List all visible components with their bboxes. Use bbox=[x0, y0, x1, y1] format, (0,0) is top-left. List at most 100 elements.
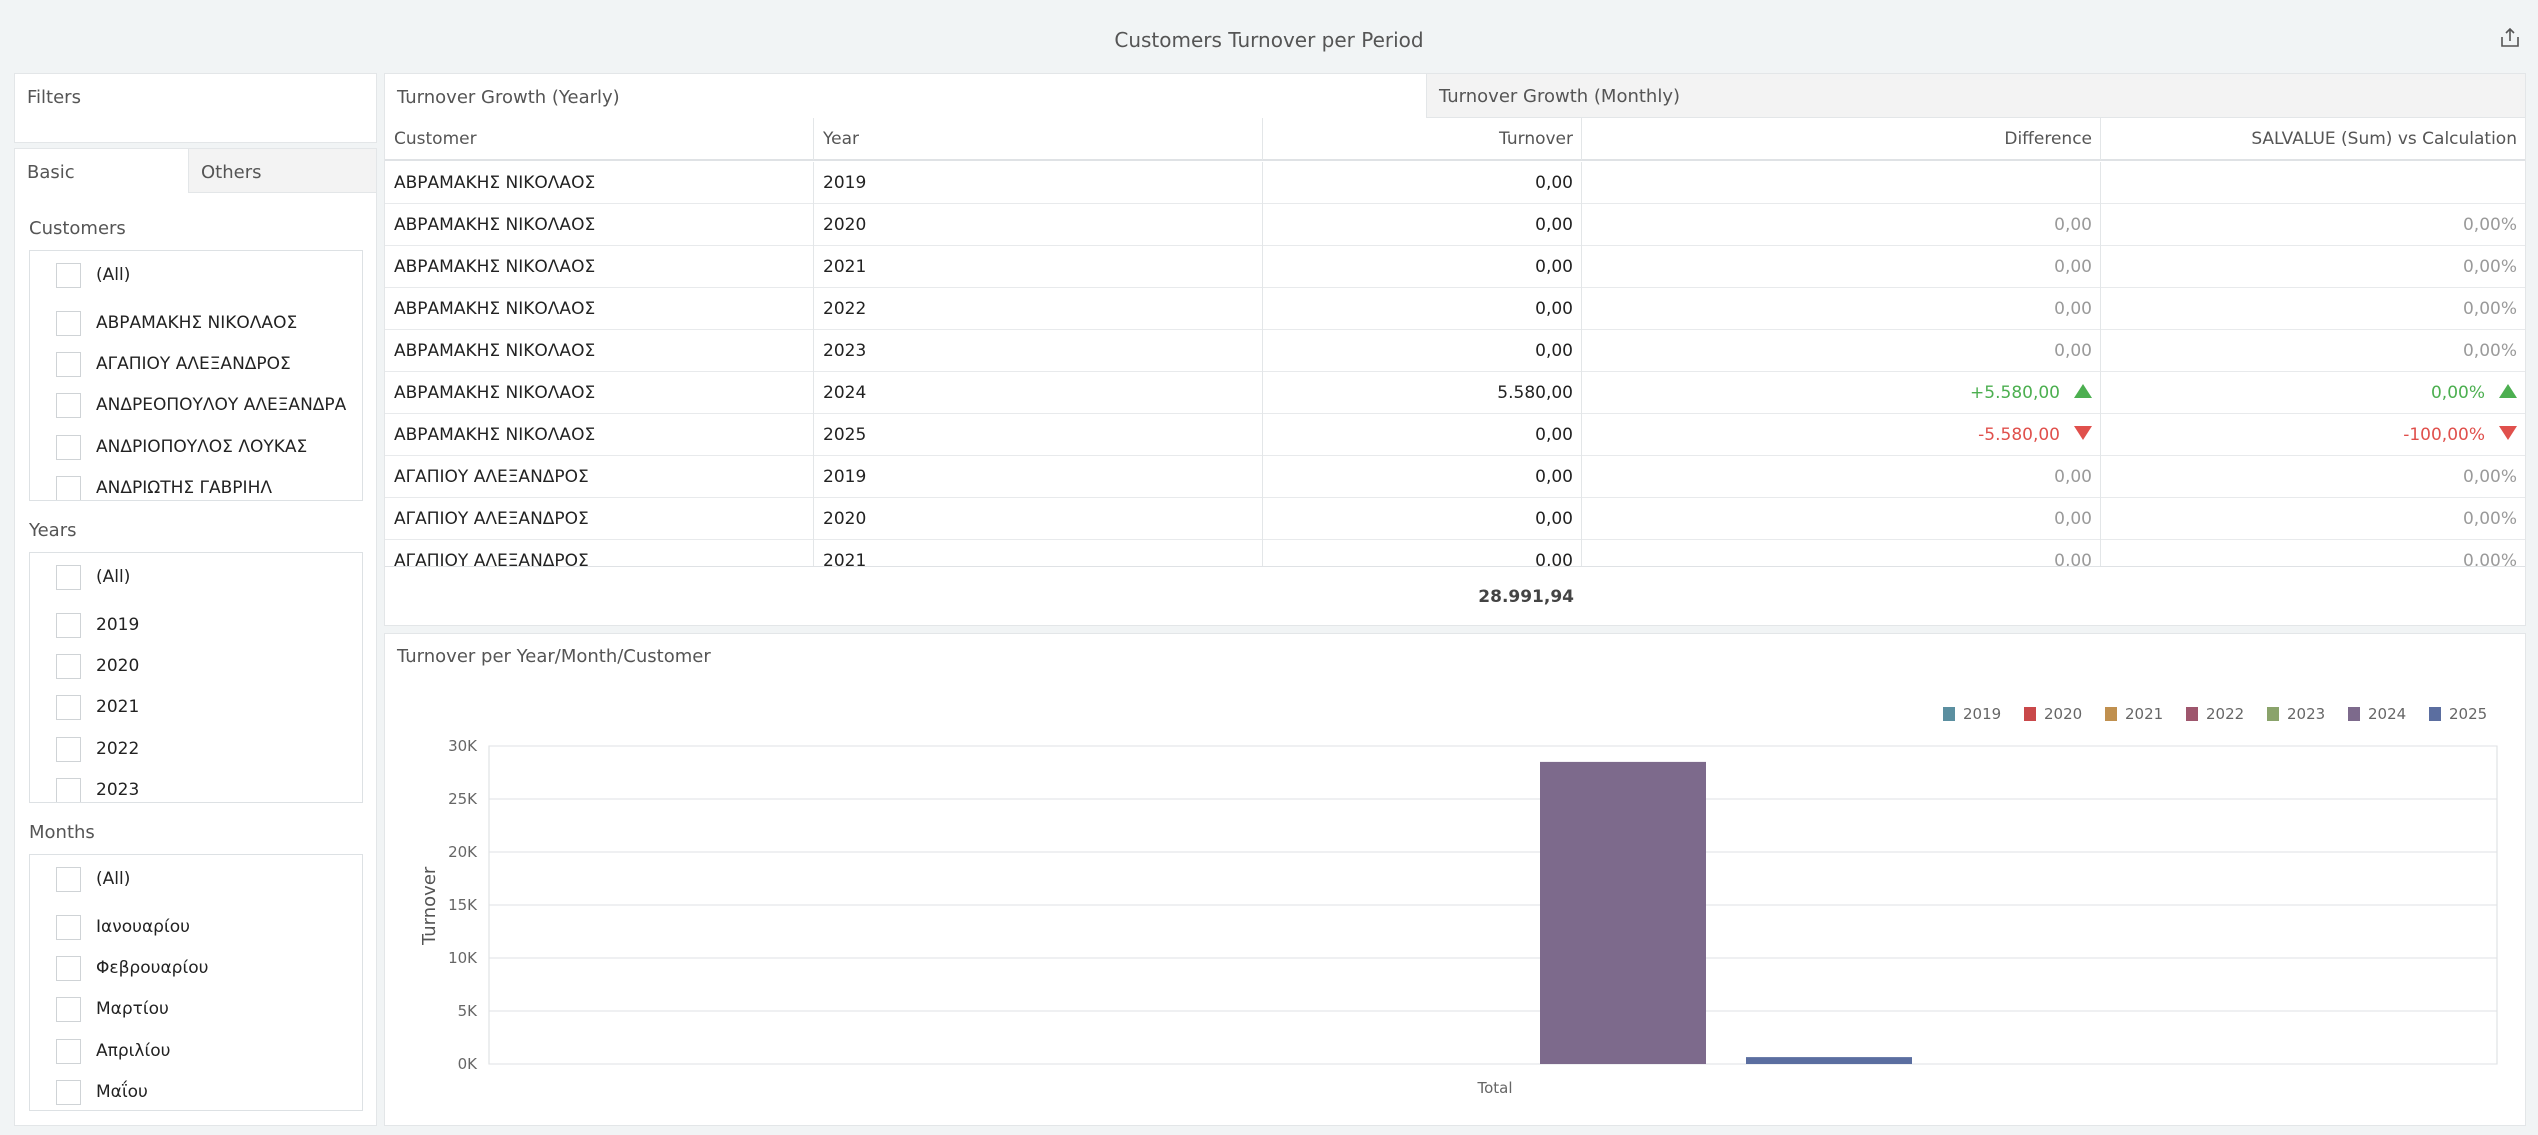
table-row[interactable]: ΑΓΑΠΙΟΥ ΑΛΕΞΑΝΔΡΟΣ 2020 0,00 0,00 0,00% bbox=[385, 498, 2525, 540]
cell-difference: -5.580,00 bbox=[1582, 414, 2101, 456]
checkbox[interactable] bbox=[56, 476, 81, 500]
cell-turnover: 5.580,00 bbox=[1263, 372, 1582, 414]
table-row[interactable]: ΑΒΡΑΜΑΚΗΣ ΝΙΚΟΛΑΟΣ 2023 0,00 0,00 0,00% bbox=[385, 330, 2525, 372]
year-item[interactable]: 2019 bbox=[30, 609, 360, 639]
trend-down-icon bbox=[2499, 426, 2517, 440]
column-header-turnover[interactable]: Turnover bbox=[1263, 118, 1582, 160]
year-item[interactable]: 2020 bbox=[30, 650, 360, 680]
cell-year: 2020 bbox=[814, 204, 1263, 246]
table-row[interactable]: ΑΒΡΑΜΑΚΗΣ ΝΙΚΟΛΑΟΣ 2020 0,00 0,00 0,00% bbox=[385, 204, 2525, 246]
checkbox[interactable] bbox=[56, 867, 81, 892]
month-item[interactable]: Μαΐου bbox=[30, 1076, 360, 1106]
cell-salvalue: 0,00% bbox=[2101, 204, 2525, 246]
years-list[interactable]: (All) 2019 2020 2021 2022 2023 bbox=[29, 552, 363, 803]
tab-basic[interactable]: Basic bbox=[15, 149, 189, 193]
cell-salvalue: 0,00% bbox=[2101, 372, 2525, 414]
year-item[interactable]: 2022 bbox=[30, 733, 360, 763]
checkbox[interactable] bbox=[56, 311, 81, 336]
table-row[interactable]: ΑΓΑΠΙΟΥ ΑΛΕΞΑΝΔΡΟΣ 2021 0,00 0,00 0,00% bbox=[385, 540, 2525, 566]
column-header-salvalue[interactable]: SALVALUE (Sum) vs Calculation bbox=[2101, 118, 2525, 160]
customer-item[interactable]: ΑΒΡΑΜΑΚΗΣ ΝΙΚΟΛΑΟΣ bbox=[30, 307, 360, 337]
table-row[interactable]: ΑΒΡΑΜΑΚΗΣ ΝΙΚΟΛΑΟΣ 2019 0,00 bbox=[385, 162, 2525, 204]
customer-item[interactable]: ΑΝΔΡΙΟΠΟΥΛΟΣ ΛΟΥΚΑΣ bbox=[30, 431, 360, 461]
checkbox[interactable] bbox=[56, 778, 81, 802]
checkbox[interactable] bbox=[56, 654, 81, 679]
month-item[interactable]: Απριλίου bbox=[30, 1035, 360, 1065]
checkbox[interactable] bbox=[56, 956, 81, 981]
customer-item[interactable]: ΑΝΔΡΙΩΤΗΣ ΓΑΒΡΙΗΛ bbox=[30, 472, 360, 500]
checkbox[interactable] bbox=[56, 352, 81, 377]
cell-turnover: 0,00 bbox=[1263, 330, 1582, 372]
difference-value: 0,00 bbox=[2054, 257, 2092, 277]
checkbox[interactable] bbox=[56, 1039, 81, 1064]
cell-customer: ΑΓΑΠΙΟΥ ΑΛΕΞΑΝΔΡΟΣ bbox=[385, 540, 814, 566]
table-row[interactable]: ΑΓΑΠΙΟΥ ΑΛΕΞΑΝΔΡΟΣ 2019 0,00 0,00 0,00% bbox=[385, 456, 2525, 498]
tab-turnover-monthly[interactable]: Turnover Growth (Monthly) bbox=[1426, 74, 2525, 118]
checkbox[interactable] bbox=[56, 263, 81, 288]
table-row[interactable]: ΑΒΡΑΜΑΚΗΣ ΝΙΚΟΛΑΟΣ 2021 0,00 0,00 0,00% bbox=[385, 246, 2525, 288]
cell-salvalue: 0,00% bbox=[2101, 498, 2525, 540]
turnover-grid[interactable]: Customer Year Turnover Difference SALVAL… bbox=[385, 118, 2525, 566]
customer-item[interactable]: ΑΓΑΠΙΟΥ ΑΛΕΞΑΝΔΡΟΣ bbox=[30, 348, 360, 378]
difference-value: -5.580,00 bbox=[1978, 425, 2060, 445]
checkbox[interactable] bbox=[56, 393, 81, 418]
table-row[interactable]: ΑΒΡΑΜΑΚΗΣ ΝΙΚΟΛΑΟΣ 2025 0,00 -5.580,00 -100,… bbox=[385, 414, 2525, 456]
turnover-bar-chart: 0K 5K 10K 15K 20K 25K 30K Turnover Total 2019 2020… bbox=[419, 705, 2498, 1097]
tab-others[interactable]: Others bbox=[189, 149, 376, 193]
cell-turnover: 0,00 bbox=[1263, 246, 1582, 288]
checkbox[interactable] bbox=[56, 695, 81, 720]
legend-swatch-2024 bbox=[2348, 707, 2360, 721]
cell-customer: ΑΒΡΑΜΑΚΗΣ ΝΙΚΟΛΑΟΣ bbox=[385, 204, 814, 246]
customer-item[interactable]: ΑΝΔΡΕΟΠΟΥΛΟΥ ΑΛΕΞΑΝΔΡΑ bbox=[30, 389, 360, 419]
turnover-table-card: Turnover Growth (Yearly) Turnover Growth… bbox=[384, 73, 2526, 626]
year-item-all[interactable]: (All) bbox=[30, 561, 360, 591]
month-item[interactable]: Φεβρουαρίου bbox=[30, 952, 360, 982]
checkbox[interactable] bbox=[56, 613, 81, 638]
filters-panel: Filters bbox=[14, 73, 377, 143]
cell-year: 2023 bbox=[814, 330, 1263, 372]
grid-total-row: 28.991,94 bbox=[385, 566, 2525, 626]
export-icon[interactable] bbox=[2498, 26, 2522, 50]
y-tick-label: 20K bbox=[448, 843, 478, 861]
checkbox[interactable] bbox=[56, 565, 81, 590]
legend-swatch-2019 bbox=[1943, 707, 1955, 721]
salvalue-value: 0,00% bbox=[2462, 467, 2517, 487]
salvalue-value: -100,00% bbox=[2403, 425, 2485, 445]
chart-card: Turnover per Year/Month/Customer 0K 5K 10K… bbox=[384, 633, 2526, 1126]
cell-turnover: 0,00 bbox=[1263, 498, 1582, 540]
month-item[interactable]: Ιανουαρίου bbox=[30, 911, 360, 941]
checkbox[interactable] bbox=[56, 997, 81, 1022]
month-item-all[interactable]: (All) bbox=[30, 863, 360, 893]
legend-label-2022: 2022 bbox=[2206, 705, 2244, 723]
bar-2025 bbox=[1746, 1057, 1912, 1064]
customer-item-all[interactable]: (All) bbox=[30, 259, 360, 289]
trend-up-icon bbox=[2499, 384, 2517, 398]
checkbox[interactable] bbox=[56, 915, 81, 940]
cell-difference: 0,00 bbox=[1582, 288, 2101, 330]
column-header-year[interactable]: Year bbox=[814, 118, 1263, 160]
tab-turnover-yearly[interactable]: Turnover Growth (Yearly) bbox=[385, 74, 1426, 118]
months-list[interactable]: (All) Ιανουαρίου Φεβρουαρίου Μαρτίου Απρ… bbox=[29, 854, 363, 1111]
checkbox[interactable] bbox=[56, 1080, 81, 1105]
legend-label-2025: 2025 bbox=[2449, 705, 2487, 723]
cell-customer: ΑΒΡΑΜΑΚΗΣ ΝΙΚΟΛΑΟΣ bbox=[385, 288, 814, 330]
cell-difference: 0,00 bbox=[1582, 246, 2101, 288]
checkbox[interactable] bbox=[56, 737, 81, 762]
cell-customer: ΑΒΡΑΜΑΚΗΣ ΝΙΚΟΛΑΟΣ bbox=[385, 414, 814, 456]
year-item[interactable]: 2023 bbox=[30, 774, 360, 802]
checkbox[interactable] bbox=[56, 435, 81, 460]
turnover-total: 28.991,94 bbox=[1478, 587, 1574, 607]
y-tick-label: 0K bbox=[458, 1055, 479, 1073]
cell-year: 2019 bbox=[814, 456, 1263, 498]
cell-difference: 0,00 bbox=[1582, 204, 2101, 246]
table-row[interactable]: ΑΒΡΑΜΑΚΗΣ ΝΙΚΟΛΑΟΣ 2022 0,00 0,00 0,00% bbox=[385, 288, 2525, 330]
cell-year: 2019 bbox=[814, 162, 1263, 204]
customers-list[interactable]: (All) ΑΒΡΑΜΑΚΗΣ ΝΙΚΟΛΑΟΣ ΑΓΑΠΙΟΥ ΑΛΕΞΑΝΔ… bbox=[29, 250, 363, 501]
cell-customer: ΑΒΡΑΜΑΚΗΣ ΝΙΚΟΛΑΟΣ bbox=[385, 330, 814, 372]
column-header-difference[interactable]: Difference bbox=[1582, 118, 2101, 160]
year-item[interactable]: 2021 bbox=[30, 691, 360, 721]
column-header-customer[interactable]: Customer bbox=[385, 118, 814, 160]
table-row[interactable]: ΑΒΡΑΜΑΚΗΣ ΝΙΚΟΛΑΟΣ 2024 5.580,00 +5.580,00 0… bbox=[385, 372, 2525, 414]
cell-turnover: 0,00 bbox=[1263, 204, 1582, 246]
month-item[interactable]: Μαρτίου bbox=[30, 993, 360, 1023]
